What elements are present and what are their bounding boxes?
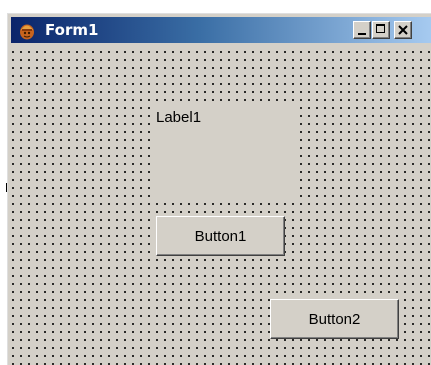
form-window: Form1 Label1 Button1 Button2 [7, 13, 431, 365]
title-bar[interactable]: Form1 [11, 17, 431, 43]
maximize-icon [376, 24, 385, 33]
minimize-icon [358, 33, 366, 35]
maximize-button[interactable] [372, 21, 390, 39]
button1[interactable]: Button1 [156, 216, 285, 256]
button2[interactable]: Button2 [270, 299, 399, 339]
form-client-area: Label1 Button1 Button2 [11, 46, 431, 365]
label1[interactable]: Label1 [155, 106, 296, 198]
minimize-button[interactable] [353, 21, 371, 39]
window-title: Form1 [45, 21, 99, 39]
close-button[interactable] [394, 21, 412, 39]
close-icon [398, 25, 408, 35]
app-icon [20, 24, 34, 40]
